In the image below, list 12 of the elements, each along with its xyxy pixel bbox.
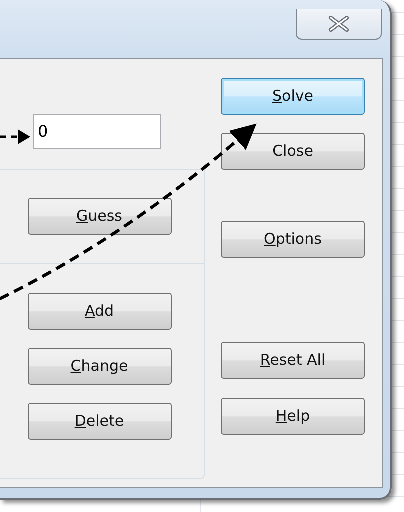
dialog-button[interactable]: Delete [28, 403, 172, 440]
dialog-button[interactable]: Reset All [221, 342, 365, 379]
dialog-button[interactable]: Guess [28, 198, 172, 235]
dialog-button[interactable]: Options [221, 221, 365, 258]
dialog-button[interactable]: Add [28, 293, 172, 330]
close-icon [328, 16, 350, 32]
dialog-button[interactable]: Solve [221, 78, 365, 115]
dialog-button[interactable]: Help [221, 398, 365, 435]
input-field[interactable]: 0 [33, 114, 161, 149]
dialog-button[interactable]: Change [28, 348, 172, 385]
close-button[interactable] [296, 9, 382, 40]
dialog-button[interactable]: Close [221, 133, 365, 170]
